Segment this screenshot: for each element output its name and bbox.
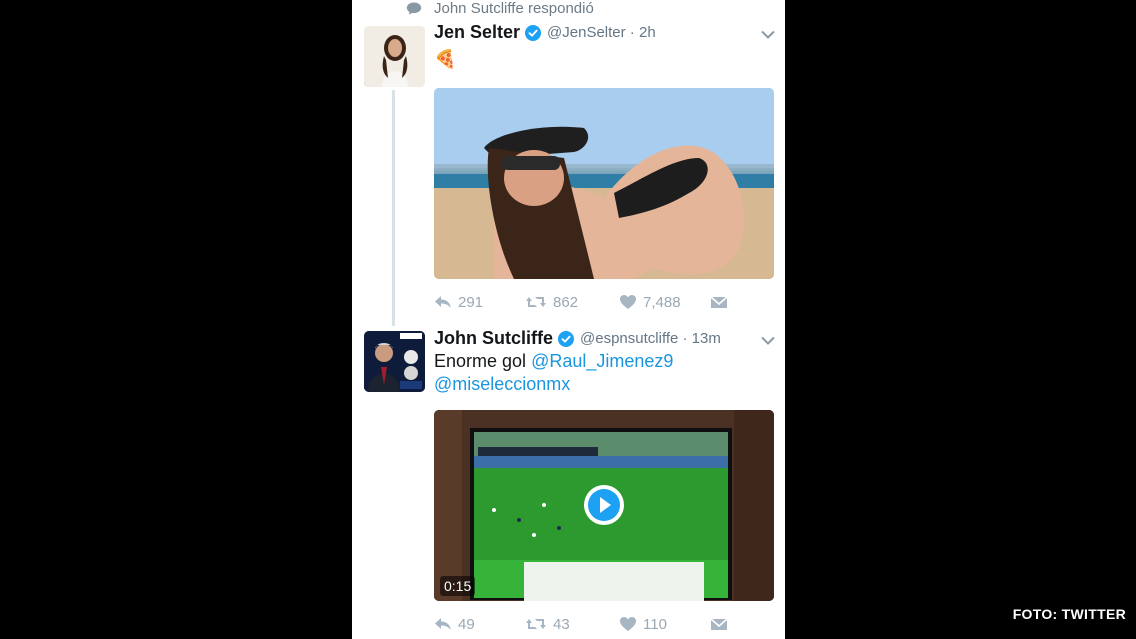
retweet-count: 862 bbox=[553, 293, 579, 311]
tweet-2-actions: 49 43 110 bbox=[434, 614, 734, 634]
mention-link[interactable]: @Raul_Jimenez9 bbox=[531, 351, 673, 371]
reply-button[interactable]: 291 bbox=[434, 294, 525, 311]
envelope-icon bbox=[710, 296, 728, 308]
heart-icon bbox=[620, 617, 636, 631]
direct-message-button[interactable] bbox=[710, 294, 728, 310]
like-button[interactable]: 110 bbox=[619, 616, 710, 633]
retweet-icon bbox=[526, 619, 546, 629]
reply-icon bbox=[435, 296, 451, 308]
tweet-1-actions: 291 862 7,488 bbox=[434, 292, 734, 312]
play-icon bbox=[588, 489, 620, 521]
photo-credit: FOTO: TWITTER bbox=[1012, 606, 1126, 622]
reply-icon bbox=[435, 618, 451, 630]
tweet-1-text: 🍕 bbox=[434, 49, 457, 69]
tweet-2-video[interactable]: 0:15 bbox=[434, 410, 774, 601]
verified-badge-icon bbox=[525, 24, 542, 41]
handle-and-time[interactable]: @JenSelter · 2h bbox=[547, 24, 656, 41]
reply-count: 291 bbox=[458, 293, 484, 311]
chevron-down-icon[interactable] bbox=[761, 30, 775, 39]
verified-badge-icon bbox=[558, 330, 575, 347]
reply-context: John Sutcliffe respondió bbox=[406, 0, 594, 17]
tweet-2-text: Enorme gol @Raul_Jimenez9 @miseleccionmx bbox=[434, 350, 673, 396]
chevron-down-icon[interactable] bbox=[761, 336, 775, 345]
video-duration: 0:15 bbox=[440, 576, 476, 596]
like-button[interactable]: 7,488 bbox=[619, 294, 710, 311]
display-name[interactable]: John Sutcliffe bbox=[434, 328, 553, 349]
tweet-1-photo[interactable] bbox=[434, 88, 774, 279]
play-button[interactable] bbox=[584, 485, 624, 525]
tweet-thread-panel: John Sutcliffe respondió Jen Selter @Jen… bbox=[352, 0, 785, 639]
reply-bubble-icon bbox=[406, 2, 422, 15]
retweet-count: 43 bbox=[553, 615, 570, 633]
thread-connector-line bbox=[392, 90, 395, 326]
reply-context-text: John Sutcliffe respondió bbox=[434, 0, 594, 17]
mention-link[interactable]: @miseleccionmx bbox=[434, 374, 570, 394]
avatar-john-sutcliffe[interactable] bbox=[364, 331, 425, 392]
retweet-button[interactable]: 43 bbox=[525, 616, 619, 633]
tweet-2-header: John Sutcliffe @espnsutcliffe · 13m bbox=[434, 328, 721, 349]
heart-icon bbox=[620, 295, 636, 309]
like-count: 110 bbox=[643, 615, 667, 633]
display-name[interactable]: Jen Selter bbox=[434, 22, 520, 43]
tweet-1-header: Jen Selter @JenSelter · 2h bbox=[434, 22, 656, 43]
retweet-button[interactable]: 862 bbox=[525, 294, 619, 311]
tweet-2-text-plain: Enorme gol bbox=[434, 351, 527, 371]
handle-and-time[interactable]: @espnsutcliffe · 13m bbox=[580, 330, 721, 347]
reply-count: 49 bbox=[458, 615, 475, 633]
reply-button[interactable]: 49 bbox=[434, 616, 525, 633]
retweet-icon bbox=[526, 297, 546, 307]
avatar-jen-selter[interactable] bbox=[364, 26, 425, 87]
direct-message-button[interactable] bbox=[710, 616, 728, 632]
envelope-icon bbox=[710, 618, 728, 630]
like-count: 7,488 bbox=[643, 293, 681, 311]
